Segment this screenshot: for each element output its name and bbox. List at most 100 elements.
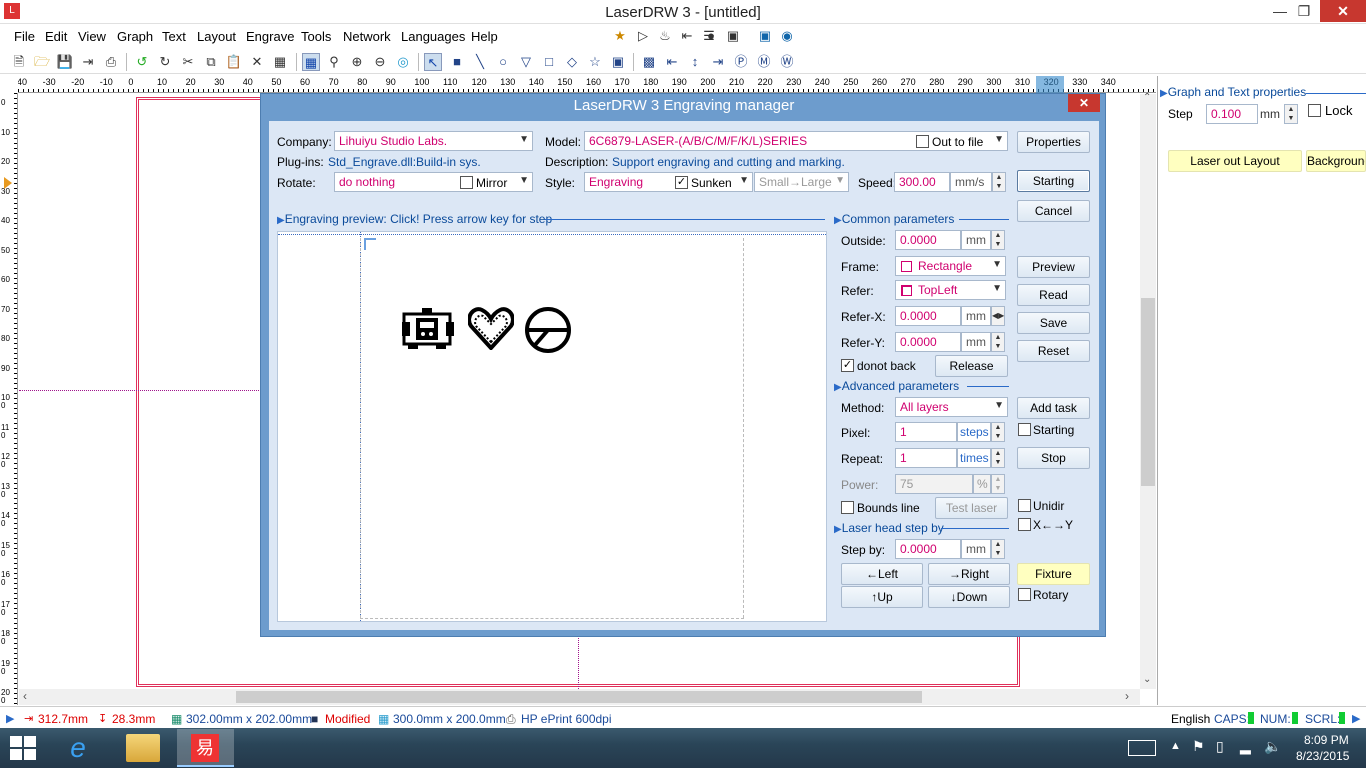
grid-icon[interactable]: ▦ bbox=[302, 53, 320, 71]
maximize-button[interactable]: ❐ bbox=[1286, 0, 1322, 22]
reset-button[interactable]: Reset bbox=[1017, 340, 1090, 362]
battery-icon[interactable]: ▯ bbox=[1216, 738, 1224, 755]
paste-icon[interactable]: 📋 bbox=[225, 53, 243, 71]
move-down-button[interactable]: ↓Down bbox=[928, 586, 1010, 608]
size-select[interactable]: Small→Large ▼ bbox=[754, 172, 849, 192]
zoom-icon[interactable]: ⚲ bbox=[325, 53, 343, 71]
rotary-checkbox[interactable] bbox=[1018, 588, 1031, 601]
method-select[interactable]: All layers ▼ bbox=[895, 397, 1008, 417]
text-mirror-icon[interactable]: Ⓜ bbox=[755, 53, 773, 71]
import-icon[interactable]: ⇥ bbox=[79, 53, 97, 71]
select-all-icon[interactable]: ▦ bbox=[271, 53, 289, 71]
menu-layout[interactable]: Layout bbox=[197, 29, 236, 44]
eye-icon[interactable]: ◉ bbox=[778, 27, 796, 45]
file-explorer-icon[interactable] bbox=[126, 734, 160, 762]
starting-button[interactable]: Starting bbox=[1017, 170, 1090, 192]
speed-input[interactable]: 300.00 bbox=[894, 172, 950, 192]
sunken-checkbox[interactable]: ✓ bbox=[675, 176, 688, 189]
device-icon[interactable]: ▣ bbox=[756, 27, 774, 45]
repeat-input[interactable]: 1 bbox=[895, 448, 957, 468]
add-task-button[interactable]: Add task bbox=[1017, 397, 1090, 419]
move-right-button[interactable]: →Right bbox=[928, 563, 1010, 585]
internet-explorer-icon[interactable]: e bbox=[60, 732, 96, 764]
pixel-spinner[interactable]: ▲ ▼ bbox=[991, 422, 1005, 442]
step-by-input[interactable]: 0.0000 bbox=[895, 539, 961, 559]
text-tool-icon[interactable]: Ⓟ bbox=[732, 53, 750, 71]
bounds-line-checkbox[interactable] bbox=[841, 501, 854, 514]
zoom-out-icon[interactable]: ⊖ bbox=[371, 53, 389, 71]
cut-flame-icon[interactable]: ♨ bbox=[656, 27, 674, 45]
refer-x-spinner[interactable]: ◀▶ bbox=[991, 306, 1005, 326]
clock-date[interactable]: 8/23/2015 bbox=[1296, 749, 1349, 763]
menu-file[interactable]: File bbox=[14, 29, 35, 44]
donot-back-checkbox[interactable]: ✓ bbox=[841, 359, 854, 372]
home-icon[interactable]: ⇤ bbox=[678, 27, 696, 45]
image-tool-icon[interactable]: ▣ bbox=[609, 53, 627, 71]
keyboard-icon[interactable] bbox=[1128, 740, 1156, 756]
background-button[interactable]: Background bbox=[1306, 150, 1366, 172]
menu-tools[interactable]: Tools bbox=[301, 29, 331, 44]
text-arc-icon[interactable]: Ⓦ bbox=[778, 53, 796, 71]
cancel-button[interactable]: Cancel bbox=[1017, 200, 1090, 222]
menu-languages[interactable]: Languages bbox=[401, 29, 465, 44]
lock-checkbox[interactable] bbox=[1308, 104, 1321, 117]
properties-button[interactable]: Properties bbox=[1017, 131, 1090, 153]
line-tool-icon[interactable]: ╲ bbox=[471, 53, 489, 71]
read-button[interactable]: Read bbox=[1017, 284, 1090, 306]
refer-y-input[interactable]: 0.0000 bbox=[895, 332, 961, 352]
menu-edit[interactable]: Edit bbox=[45, 29, 67, 44]
zoom-fit-icon[interactable]: ◎ bbox=[394, 53, 412, 71]
close-button[interactable]: ✕ bbox=[1320, 0, 1366, 22]
copy-icon[interactable]: ⧉ bbox=[202, 53, 220, 71]
barcode-icon[interactable]: ▩ bbox=[640, 53, 658, 71]
menu-network[interactable]: Network bbox=[343, 29, 391, 44]
step-spinner[interactable]: ▲ ▼ bbox=[1284, 104, 1298, 124]
frame-select[interactable]: Rectangle ▼ bbox=[895, 256, 1006, 276]
menu-engrave[interactable]: Engrave bbox=[246, 29, 294, 44]
ellipse-tool-icon[interactable]: ○ bbox=[494, 53, 512, 71]
start-button[interactable] bbox=[10, 736, 38, 760]
refer-y-spinner[interactable]: ▲ ▼ bbox=[991, 332, 1005, 352]
menu-help[interactable]: Help bbox=[471, 29, 498, 44]
vertical-scroll-thumb[interactable] bbox=[1141, 298, 1155, 486]
outside-spinner[interactable]: ▲ ▼ bbox=[991, 230, 1005, 250]
network-icon[interactable]: ▂ bbox=[1240, 738, 1251, 755]
stop-button[interactable]: Stop bbox=[1017, 447, 1090, 469]
print-icon[interactable]: ⎙ bbox=[102, 53, 120, 71]
scroll-down-icon[interactable]: ⌄ bbox=[1143, 674, 1151, 685]
laser-out-layout-button[interactable]: Laser out Layout bbox=[1168, 150, 1302, 172]
menu-view[interactable]: View bbox=[78, 29, 106, 44]
engrave-icon[interactable]: ★ bbox=[611, 27, 629, 45]
test-laser-button[interactable]: Test laser bbox=[935, 497, 1008, 519]
undo-icon[interactable]: ↺ bbox=[133, 53, 151, 71]
save-icon[interactable]: 💾 bbox=[56, 53, 74, 71]
power-input[interactable]: 75 bbox=[895, 474, 973, 494]
fixture-button[interactable]: Fixture bbox=[1017, 563, 1090, 585]
step-input[interactable]: 0.100 bbox=[1206, 104, 1258, 124]
action-center-icon[interactable]: ⚑ bbox=[1192, 738, 1205, 755]
square-tool-icon[interactable]: □ bbox=[540, 53, 558, 71]
star-tool-icon[interactable]: ☆ bbox=[586, 53, 604, 71]
outside-input[interactable]: 0.0000 bbox=[895, 230, 961, 250]
diamond-tool-icon[interactable]: ◇ bbox=[563, 53, 581, 71]
laserdrw-task-button[interactable]: 易 bbox=[177, 729, 234, 767]
dialog-close-button[interactable]: ✕ bbox=[1068, 94, 1100, 112]
horizontal-scroll-thumb[interactable] bbox=[236, 691, 922, 703]
triangle-tool-icon[interactable]: ▽ bbox=[517, 53, 535, 71]
out-to-file-checkbox[interactable] bbox=[916, 135, 929, 148]
refer-select[interactable]: TopLeft ▼ bbox=[895, 280, 1006, 300]
menu-graph[interactable]: Graph bbox=[117, 29, 153, 44]
volume-icon[interactable]: 🔈 bbox=[1264, 738, 1281, 755]
align-center-icon[interactable]: ↕ bbox=[686, 53, 704, 71]
mirror-checkbox[interactable] bbox=[460, 176, 473, 189]
xy-swap-checkbox[interactable] bbox=[1018, 518, 1031, 531]
stop-icon[interactable]: ● bbox=[702, 27, 720, 45]
engraving-preview[interactable] bbox=[277, 231, 827, 622]
unidir-checkbox[interactable] bbox=[1018, 499, 1031, 512]
save-button[interactable]: Save bbox=[1017, 312, 1090, 334]
zoom-in-icon[interactable]: ⊕ bbox=[348, 53, 366, 71]
open-folder-icon[interactable]: 🗁 bbox=[33, 53, 51, 71]
move-left-button[interactable]: ←Left bbox=[841, 563, 923, 585]
scroll-up-icon[interactable]: ⌃ bbox=[1143, 92, 1151, 103]
show-hidden-icons-icon[interactable]: ▲ bbox=[1170, 740, 1181, 752]
